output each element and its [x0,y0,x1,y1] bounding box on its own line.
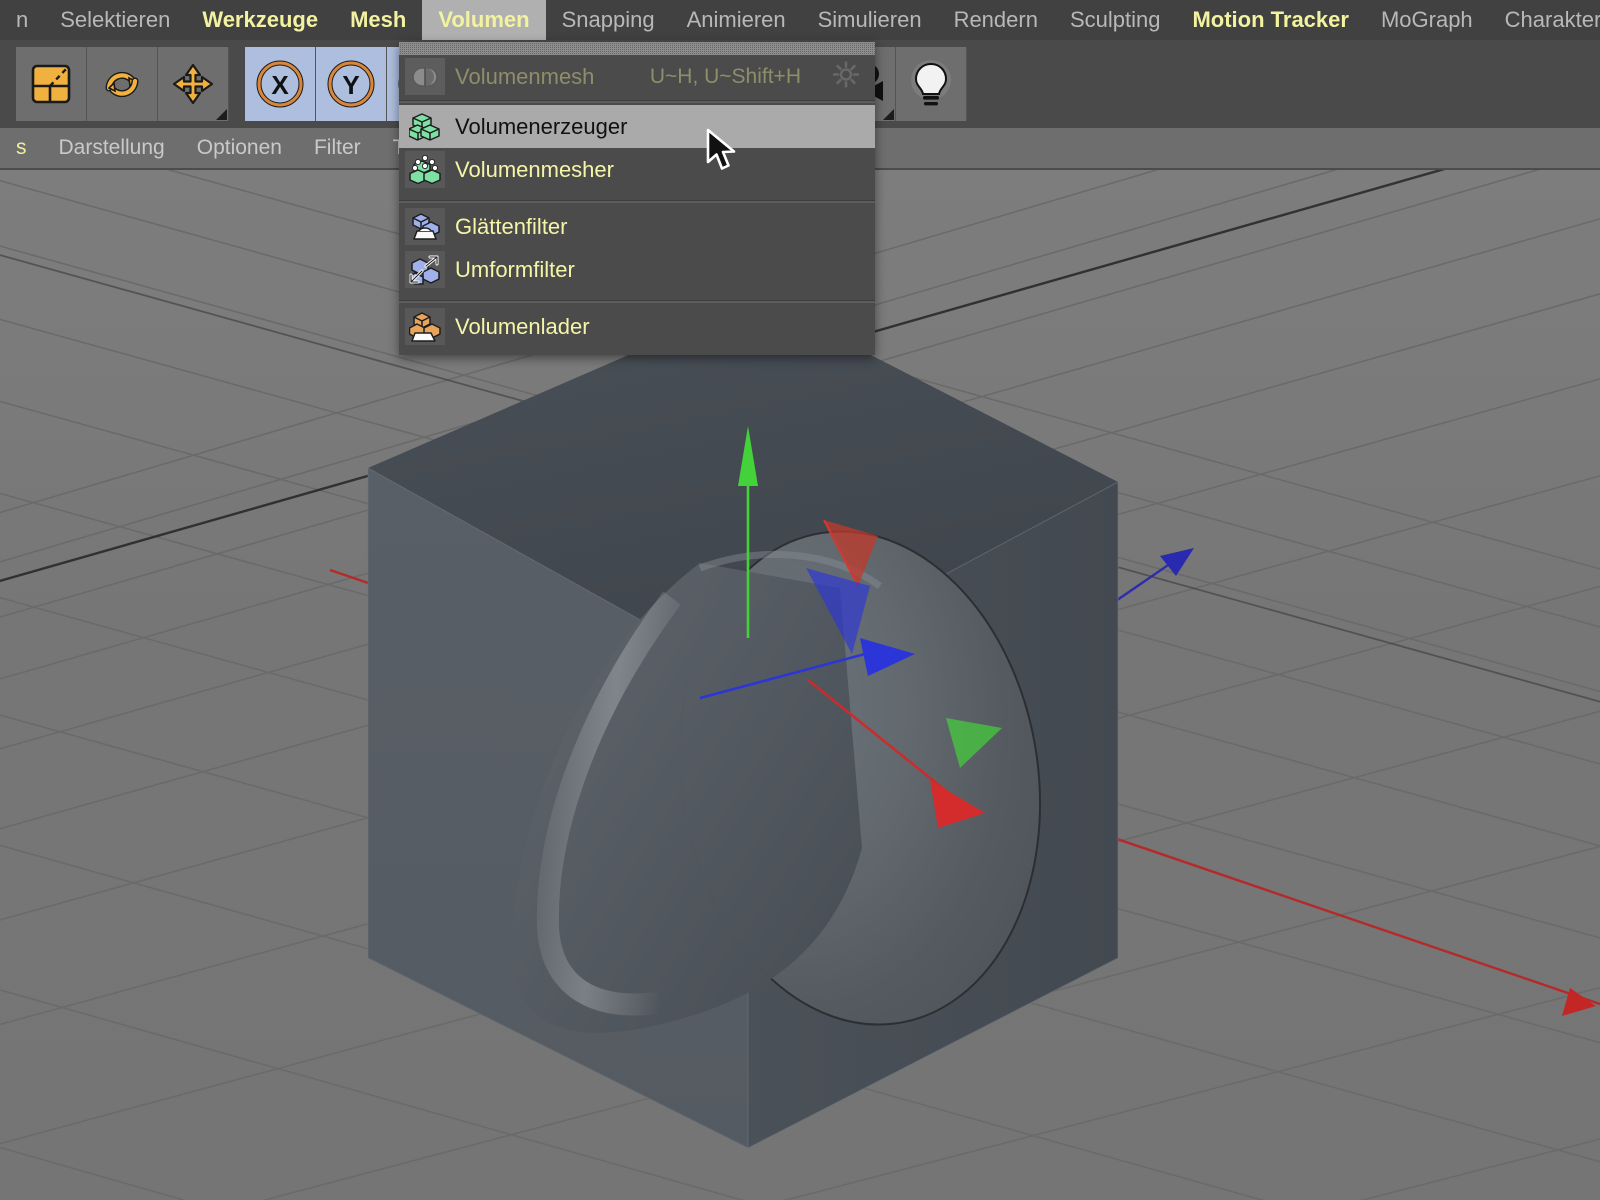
menu-item-sculpting[interactable]: Sculpting [1054,0,1177,40]
menu-item-glaettenfilter[interactable]: Glättenfilter [399,205,875,248]
live-selection-tool-button[interactable] [16,47,87,121]
menu-item-rendern[interactable]: Rendern [938,0,1054,40]
menu-item-umformfilter-label: Umformfilter [455,256,575,282]
green-cubes-icon [405,108,445,145]
viewport-menu-item-0[interactable]: s [0,128,43,168]
light-object-button[interactable] [896,47,967,121]
menu-item-charakter[interactable]: Charakter [1489,0,1600,40]
menu-item-volumen[interactable]: Volumen [422,0,546,40]
menu-item-simulieren[interactable]: Simulieren [802,0,938,40]
menu-item-volumenmesher[interactable]: Volumenmesher [399,148,875,191]
lock-y-axis-button[interactable]: Y [316,47,387,121]
menu-item-volumenmesh-shortcut: U~H, U~Shift+H [649,64,801,88]
toolbar-spacer-left [0,47,16,121]
menu-item-mograph[interactable]: MoGraph [1365,0,1489,40]
move-arrows-icon [172,63,214,105]
menu-item-volumenmesh[interactable]: Volumenmesh U~H, U~Shift+H [399,55,875,98]
menu-item-volumenerzeuger-label: Volumenerzeuger [455,113,628,139]
menu-item-animieren[interactable]: Animieren [671,0,802,40]
menu-item-volumenlader-label: Volumenlader [455,313,590,339]
light-bulb-icon [911,60,951,106]
square-select-icon [31,64,71,104]
lock-x-axis-button[interactable]: X [245,47,316,121]
move-tool-more-corner[interactable] [216,109,227,120]
axis-y-icon: Y [327,60,375,108]
menu-separator-3 [399,300,875,303]
svg-text:X: X [271,70,289,100]
viewport-menu-darstellung[interactable]: Darstellung [43,128,181,168]
menu-item-0[interactable]: n [0,0,44,40]
blue-cubes-iron-icon [405,208,445,245]
menu-item-selektieren[interactable]: Selektieren [44,0,186,40]
rotate-tool-button[interactable] [87,47,158,121]
menu-group-pad-2 [399,291,875,298]
menu-item-mesh[interactable]: Mesh [334,0,422,40]
viewport-menu-filter[interactable]: Filter [298,128,377,168]
menu-item-motion-tracker[interactable]: Motion Tracker [1176,0,1364,40]
menu-separator-2 [399,200,875,203]
viewport-menu-optionen[interactable]: Optionen [181,128,298,168]
menu-item-volumenerzeuger[interactable]: Volumenerzeuger [399,105,875,148]
menu-group-pad-1 [399,191,875,198]
green-cubes-dots-icon [405,151,445,188]
menu-item-volumenmesh-label: Volumenmesh [455,63,595,89]
toolbar-spacer-axes [229,47,245,121]
menu-options-gear-icon[interactable] [832,60,860,92]
menu-item-glaettenfilter-label: Glättenfilter [455,213,568,239]
menu-group-pad-3 [399,348,875,355]
menu-separator-1 [399,100,875,103]
cinema4d-window: n Selektieren Werkzeuge Mesh Volumen Sna… [0,0,1600,1200]
menu-item-werkzeuge[interactable]: Werkzeuge [186,0,334,40]
menu-item-snapping[interactable]: Snapping [546,0,671,40]
menu-item-volumenlader[interactable]: Volumenlader [399,305,875,348]
volumen-dropdown-menu[interactable]: Volumenmesh U~H, U~Shift+H Volumenerzeug… [399,42,875,355]
rotate-icon [105,71,139,98]
move-tool-button[interactable] [158,47,229,121]
menu-item-umformfilter[interactable]: Umformfilter [399,248,875,291]
svg-text:Y: Y [342,70,359,100]
menu-item-volumenmesher-label: Volumenmesher [455,156,614,182]
blue-cubes-arrows-icon [405,251,445,288]
menu-tearoff-handle[interactable] [399,42,875,55]
main-menu-bar[interactable]: n Selektieren Werkzeuge Mesh Volumen Sna… [0,0,1600,40]
toolbar-group-tools [16,47,229,121]
orange-cubes-folder-icon [405,308,445,345]
camera-more-corner[interactable] [883,109,894,120]
half-circle-icon [405,58,445,95]
axis-x-icon: X [256,60,304,108]
